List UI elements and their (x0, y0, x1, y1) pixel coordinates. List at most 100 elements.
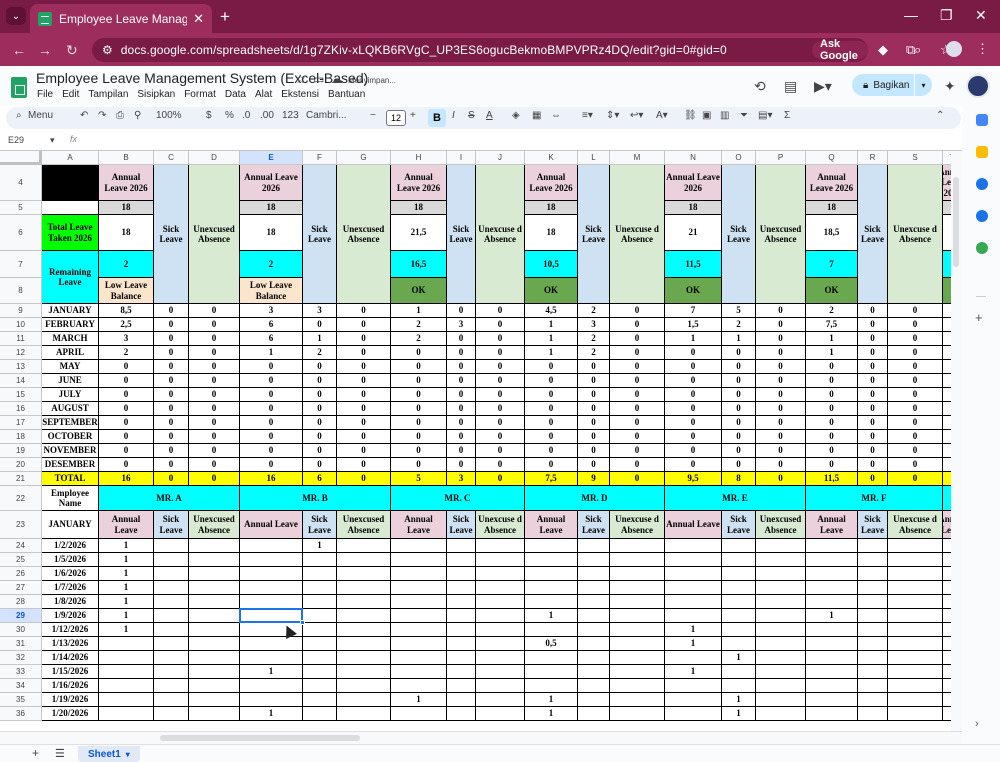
row-header-13[interactable]: 13 (0, 360, 42, 374)
cell[interactable]: 0 (189, 444, 240, 458)
cell[interactable] (154, 609, 189, 623)
cell[interactable] (858, 553, 888, 567)
cell[interactable]: 0 (189, 374, 240, 388)
cell[interactable]: 0 (447, 402, 476, 416)
cell[interactable]: 1/7/2026 (42, 581, 99, 595)
cell[interactable]: 1 (665, 332, 722, 346)
cell[interactable] (303, 637, 337, 651)
column-header-n[interactable]: N (665, 151, 722, 165)
calendar-icon[interactable] (976, 114, 988, 126)
cell[interactable]: Annual Leave 2026 (665, 165, 722, 201)
cell[interactable] (525, 623, 578, 637)
cell[interactable]: 0 (722, 388, 756, 402)
cell[interactable]: 0 (303, 374, 337, 388)
cell[interactable]: 0 (337, 416, 391, 430)
cell[interactable] (391, 581, 447, 595)
cell[interactable]: 0 (665, 402, 722, 416)
cell[interactable]: 0 (476, 304, 525, 318)
horizontal-scroll-thumb[interactable] (160, 735, 360, 741)
cell[interactable]: FEBRUARY (42, 318, 99, 332)
history-icon[interactable]: ⟲ (754, 78, 766, 95)
cell[interactable] (189, 623, 240, 637)
ask-google-button[interactable]: Ask Google (812, 38, 868, 62)
cell[interactable] (189, 539, 240, 553)
cell[interactable]: 3 (447, 472, 476, 486)
cell[interactable]: 0 (154, 430, 189, 444)
cell[interactable]: 0 (99, 374, 154, 388)
cell[interactable] (99, 693, 154, 707)
reload-icon[interactable]: ↻ (66, 42, 78, 59)
cell[interactable]: 0 (391, 458, 447, 472)
cell[interactable] (240, 609, 303, 623)
cell[interactable]: Employee Name (42, 486, 99, 511)
cell[interactable] (756, 581, 806, 595)
row-header-6[interactable]: 6 (0, 215, 42, 251)
menu-bantuan[interactable]: Bantuan (328, 89, 365, 100)
cell[interactable] (240, 651, 303, 665)
decrease-decimal[interactable]: .0 (242, 110, 250, 121)
cell[interactable]: 0 (610, 374, 665, 388)
cell[interactable]: 1/14/2026 (42, 651, 99, 665)
cell[interactable]: 0 (858, 388, 888, 402)
row-header-23[interactable]: 23 (0, 511, 42, 539)
cell[interactable]: 0 (154, 388, 189, 402)
cell[interactable] (578, 623, 610, 637)
cell[interactable]: 0 (888, 402, 943, 416)
cell[interactable]: NOVEMBER (42, 444, 99, 458)
cell[interactable] (578, 665, 610, 679)
cell[interactable]: 0,5 (525, 637, 578, 651)
cell[interactable] (99, 651, 154, 665)
move-folder-icon[interactable]: ▭ (313, 72, 324, 86)
cell[interactable] (337, 707, 391, 721)
cell[interactable] (858, 595, 888, 609)
cell[interactable]: 6 (303, 472, 337, 486)
column-header-o[interactable]: O (722, 151, 756, 165)
cell[interactable]: 0 (578, 402, 610, 416)
cell[interactable] (756, 637, 806, 651)
cell[interactable]: 1 (525, 332, 578, 346)
site-info-icon[interactable]: ⚙ (102, 43, 113, 57)
cell[interactable]: Unexcuse d Absence (888, 165, 943, 304)
cell[interactable] (240, 595, 303, 609)
window-close-icon[interactable]: ✕ (975, 7, 987, 24)
cell[interactable] (337, 609, 391, 623)
cell[interactable] (722, 553, 756, 567)
cell[interactable] (525, 581, 578, 595)
tab-search-icon[interactable]: ⌄ (6, 7, 26, 25)
cell[interactable]: 0 (99, 430, 154, 444)
cell[interactable]: 0 (888, 360, 943, 374)
cell[interactable]: 0 (665, 458, 722, 472)
contacts-icon[interactable] (976, 210, 988, 222)
cell[interactable]: 0 (888, 318, 943, 332)
cell[interactable] (337, 693, 391, 707)
cell[interactable]: 2 (99, 251, 154, 278)
cell[interactable]: AUGUST (42, 402, 99, 416)
spreadsheet-grid[interactable]: ABCDEFGHIJKLMNOPQRST45678910111213141516… (0, 151, 962, 731)
column-header-s[interactable]: S (888, 151, 943, 165)
cell[interactable] (476, 609, 525, 623)
cell[interactable]: 0 (240, 388, 303, 402)
row-header-12[interactable]: 12 (0, 346, 42, 360)
paint-format-icon[interactable]: ⚲ (134, 110, 141, 121)
cell[interactable] (476, 539, 525, 553)
cell[interactable]: 0 (447, 332, 476, 346)
select-all-corner[interactable] (0, 151, 42, 165)
cell[interactable]: 0 (858, 416, 888, 430)
cell[interactable]: 0 (722, 444, 756, 458)
cell[interactable]: 1 (722, 707, 756, 721)
cell[interactable]: 0 (303, 360, 337, 374)
cell[interactable] (806, 665, 858, 679)
new-tab-icon[interactable]: + (220, 7, 230, 27)
cell[interactable]: 0 (337, 402, 391, 416)
sheet-tab-sheet1[interactable]: Sheet1 ▾ (78, 746, 140, 762)
cell[interactable]: MR. C (391, 486, 525, 511)
cell[interactable] (303, 581, 337, 595)
cell[interactable] (665, 595, 722, 609)
currency-format[interactable]: $ (206, 110, 212, 121)
cell[interactable] (756, 679, 806, 693)
strikethrough-button[interactable]: S (468, 110, 475, 121)
cell[interactable]: 3 (578, 318, 610, 332)
cell[interactable]: 0 (888, 430, 943, 444)
cell[interactable] (665, 707, 722, 721)
cell[interactable]: 0 (858, 346, 888, 360)
